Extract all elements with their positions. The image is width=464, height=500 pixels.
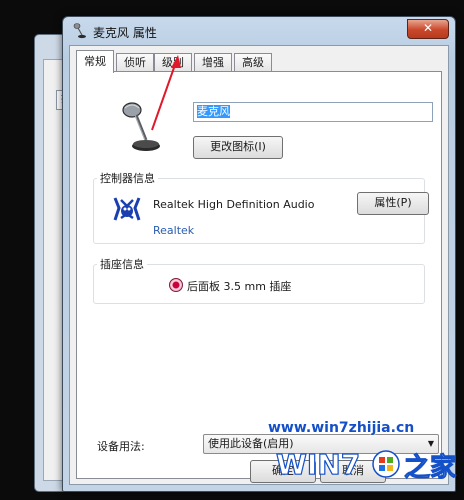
tab-levels[interactable]: 级别 [154, 53, 192, 72]
title-bar[interactable]: 麦克风 属性 ✕ [63, 17, 455, 45]
controller-properties-button[interactable]: 属性(P) [357, 192, 429, 215]
tab-listen[interactable]: 侦听 [116, 53, 154, 72]
controller-name: Realtek High Definition Audio [153, 198, 315, 211]
device-name-value: 麦克风 [197, 105, 230, 118]
dialog-title: 麦克风 属性 [93, 26, 157, 40]
watermark-url: www.win7zhijia.cn [268, 420, 415, 436]
jack-info-title: 插座信息 [97, 256, 147, 272]
tab-advanced[interactable]: 高级 [234, 53, 272, 72]
jack-description: 后面板 3.5 mm 插座 [187, 280, 292, 293]
microphone-icon [73, 23, 86, 39]
device-usage-label: 设备用法: [97, 440, 145, 453]
tab-general[interactable]: 常规 [76, 50, 114, 73]
device-name-input[interactable]: 麦克风 [193, 102, 433, 122]
change-icon-button[interactable]: 更改图标(I) [193, 136, 283, 159]
close-button[interactable]: ✕ [407, 19, 449, 39]
watermark-logo-suffix: 之家 [404, 452, 456, 483]
controller-vendor-link[interactable]: Realtek [153, 224, 194, 237]
jack-color-indicator-icon [169, 278, 183, 292]
dialog-client-area: 常规 侦听 级别 增强 高级 麦克风 更改图标(I) 控制器信息 Realtek… [69, 45, 449, 485]
watermark-logo-text: WIN7 [276, 448, 360, 481]
controller-info-title: 控制器信息 [97, 170, 158, 186]
microphone-device-icon [122, 102, 160, 151]
tab-enhancements[interactable]: 增强 [194, 53, 232, 72]
win7-logo-watermark: WIN7 之家 [275, 447, 456, 483]
general-tab-panel: 麦克风 更改图标(I) 控制器信息 Realtek High Definitio… [76, 71, 442, 479]
realtek-crab-icon [113, 197, 141, 221]
